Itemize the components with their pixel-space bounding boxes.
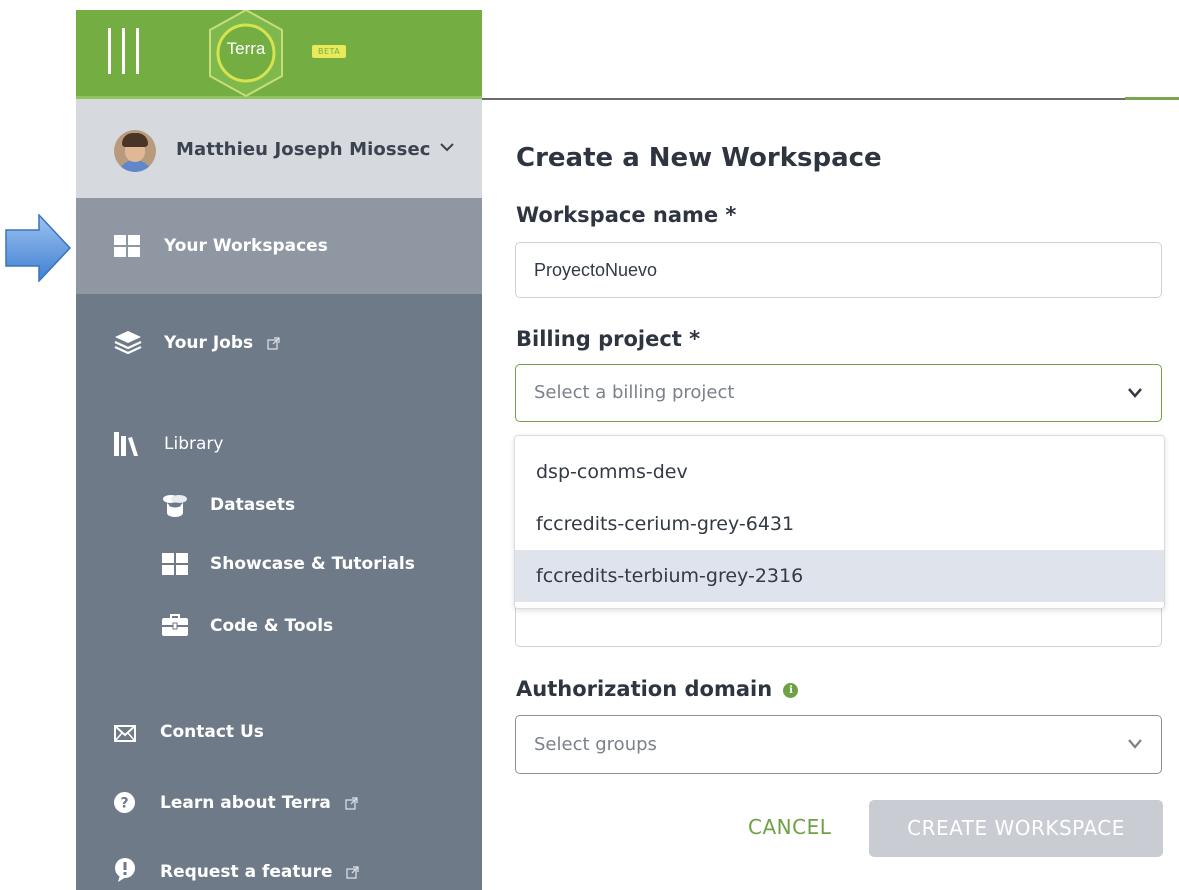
exclamation-bubble-icon	[115, 858, 135, 882]
sidebar-item-label: Learn about Terra	[160, 793, 331, 813]
authorization-domain-label: Authorization domain	[516, 677, 773, 701]
billing-project-select[interactable]: Select a billing project	[515, 364, 1162, 422]
external-link-icon	[267, 336, 280, 350]
sidebar-item-code-tools[interactable]: Code & Tools	[76, 602, 482, 652]
page-divider-accent	[1125, 97, 1179, 100]
sidebar-item-showcase-tutorials[interactable]: Showcase & Tutorials	[76, 540, 482, 590]
create-workspace-button[interactable]: CREATE WORKSPACE	[869, 800, 1163, 857]
sidebar-item-label: Showcase & Tutorials	[210, 554, 415, 574]
grid-icon	[162, 553, 188, 575]
info-icon[interactable]: i	[783, 682, 799, 698]
authorization-domain-placeholder: Select groups	[534, 734, 657, 755]
sidebar: Terra BETA Matthieu Joseph Miossec Your …	[76, 10, 482, 890]
dropdown-option[interactable]: dsp-comms-dev	[515, 446, 1164, 498]
sidebar-item-label: Code & Tools	[210, 616, 334, 636]
question-circle-icon: ?	[114, 792, 135, 813]
svg-text:?: ?	[120, 796, 128, 812]
top-bar: Terra BETA	[76, 10, 482, 99]
billing-project-dropdown: dsp-comms-dev fccredits-cerium-grey-6431…	[514, 435, 1165, 609]
sidebar-item-label: Your Workspaces	[164, 236, 328, 256]
sidebar-item-your-jobs[interactable]: Your Jobs	[76, 310, 482, 370]
cancel-button[interactable]: CANCEL	[748, 815, 831, 839]
sidebar-item-learn-about-terra[interactable]: ? Learn about Terra	[76, 778, 482, 828]
description-field[interactable]	[515, 605, 1162, 647]
layers-icon	[114, 331, 142, 354]
external-link-icon	[345, 796, 358, 810]
billing-project-placeholder: Select a billing project	[534, 382, 735, 403]
workspace-name-input[interactable]	[515, 242, 1162, 298]
pointer-arrow-icon	[5, 214, 71, 282]
grid-icon	[114, 235, 140, 257]
sidebar-item-library[interactable]: Library	[76, 416, 482, 472]
user-menu[interactable]: Matthieu Joseph Miossec	[76, 99, 482, 198]
sidebar-item-your-workspaces[interactable]: Your Workspaces	[76, 198, 482, 294]
dropdown-option[interactable]: fccredits-cerium-grey-6431	[515, 498, 1164, 550]
sidebar-item-request-feature[interactable]: Request a feature	[76, 846, 482, 890]
workspace-name-label: Workspace name *	[516, 203, 737, 227]
envelope-icon	[114, 725, 136, 742]
sidebar-item-label: Your Jobs	[164, 333, 254, 353]
page-divider	[482, 98, 1179, 100]
beta-badge: BETA	[312, 45, 347, 58]
external-link-icon	[346, 865, 360, 879]
chevron-down-icon[interactable]	[1127, 387, 1143, 399]
sidebar-item-label: Request a feature	[160, 862, 333, 882]
toolbox-icon	[162, 614, 188, 636]
library-books-icon	[114, 432, 138, 456]
sidebar-item-label: Datasets	[210, 495, 296, 515]
modal-title: Create a New Workspace	[516, 143, 882, 173]
authorization-domain-select[interactable]: Select groups	[515, 715, 1162, 774]
database-icon	[163, 495, 187, 517]
menu-icon[interactable]	[108, 28, 140, 74]
authorization-domain-label-wrap: Authorization domain i	[516, 677, 799, 701]
sidebar-item-label: Contact Us	[160, 722, 264, 742]
chevron-down-icon[interactable]	[440, 142, 454, 152]
avatar	[114, 130, 156, 172]
terra-logo[interactable]: Terra	[206, 10, 286, 100]
sidebar-item-label: Library	[164, 434, 224, 454]
logo-text: Terra	[226, 39, 266, 58]
sidebar-item-contact-us[interactable]: Contact Us	[76, 708, 482, 758]
dropdown-option-highlighted[interactable]: fccredits-terbium-grey-2316	[515, 550, 1164, 602]
chevron-down-icon[interactable]	[1127, 738, 1143, 750]
sidebar-item-datasets[interactable]: Datasets	[76, 480, 482, 530]
user-name: Matthieu Joseph Miossec	[176, 139, 431, 160]
billing-project-label: Billing project *	[516, 327, 701, 351]
